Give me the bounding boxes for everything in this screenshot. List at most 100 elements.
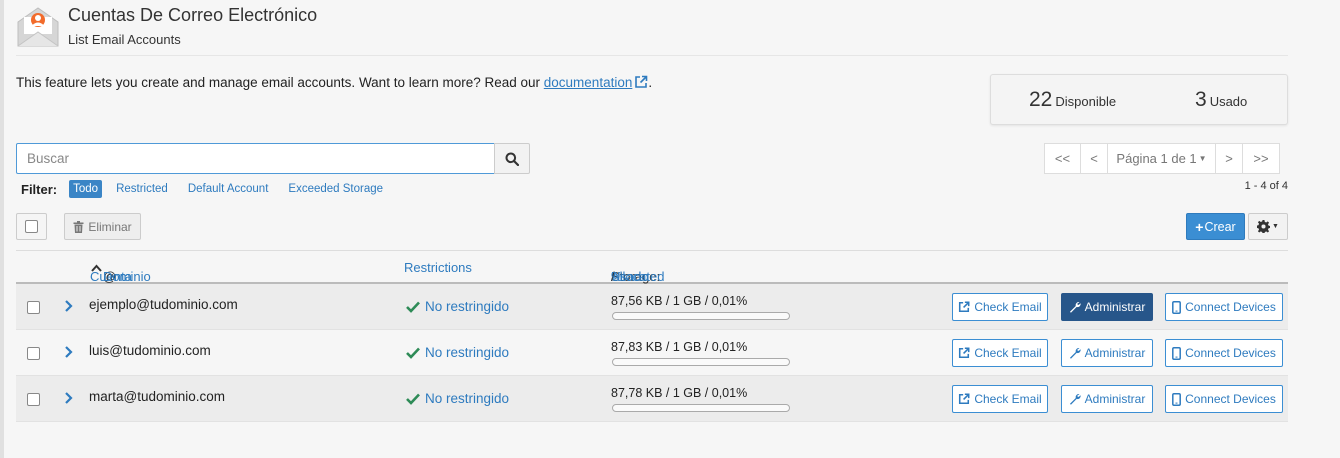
storage-bar (612, 358, 790, 366)
external-link-icon (959, 301, 970, 313)
table-header: Cuenta @ Dominio Restrictions Storage: U… (16, 250, 1288, 284)
search-input[interactable] (16, 143, 496, 174)
wrench-icon (1069, 394, 1081, 405)
filter-restricted[interactable]: Restricted (116, 183, 168, 195)
page-title: Cuentas De Correo Electrónico (68, 5, 318, 25)
external-link-icon (959, 393, 970, 405)
check-email-button[interactable]: Check Email (952, 385, 1048, 413)
mobile-icon (1172, 300, 1182, 314)
restriction-label[interactable]: No restringido (425, 345, 509, 360)
delete-label: Eliminar (88, 219, 132, 234)
page-header: Cuentas De Correo Electrónico List Email… (16, 4, 1288, 56)
available-stat: 22 Disponible (1029, 88, 1116, 112)
page-label: Página 1 de 1 (1116, 151, 1197, 166)
account-email: ejemplo@tudominio.com (89, 297, 238, 312)
page-subtitle: List Email Accounts (68, 32, 181, 47)
chevron-right-icon[interactable] (64, 345, 74, 359)
intro-suffix: . (648, 75, 653, 90)
available-label: Disponible (1055, 94, 1117, 109)
delete-button[interactable]: Eliminar (64, 213, 141, 240)
check-icon (406, 393, 420, 405)
stats-panel: 22 Disponible 3 Usado (990, 74, 1288, 125)
select-all-checkbox[interactable] (25, 220, 38, 233)
mobile-icon (1172, 346, 1182, 360)
trash-icon (73, 220, 84, 233)
manage-label: Administrar (1084, 392, 1146, 406)
external-link-icon (959, 347, 970, 359)
manage-button[interactable]: Administrar (1061, 385, 1153, 413)
used-count: 3 (1195, 88, 1207, 111)
table-row: ejemplo@tudominio.com No restringido 87,… (16, 284, 1288, 330)
caret-down-icon: ▼ (1272, 223, 1279, 230)
header-account-domain: Cuenta @ Dominio (90, 260, 151, 284)
storage-text: 87,78 KB / 1 GB / 0,01% (611, 386, 748, 400)
chevron-right-icon[interactable] (64, 299, 74, 313)
first-page-button[interactable]: << (1044, 143, 1081, 174)
filter-all[interactable]: Todo (69, 180, 103, 198)
account-email: luis@tudominio.com (89, 343, 211, 358)
restriction-label[interactable]: No restringido (425, 391, 509, 406)
documentation-link[interactable]: documentation (544, 75, 633, 90)
sort-percent-link[interactable]: % (611, 269, 623, 284)
sort-restrictions-link[interactable]: Restrictions (404, 260, 472, 275)
check-icon (406, 301, 420, 313)
wrench-icon (1069, 348, 1081, 359)
row-checkbox[interactable] (27, 301, 40, 314)
intro-body: This feature lets you create and manage … (16, 75, 544, 90)
left-border (0, 0, 4, 458)
manage-button[interactable]: Administrar (1061, 339, 1153, 367)
sort-domain-link[interactable]: Dominio (103, 269, 151, 284)
connect-devices-button[interactable]: Connect Devices (1165, 339, 1283, 367)
create-label: Crear (1204, 219, 1236, 234)
filter-exceeded-storage[interactable]: Exceeded Storage (288, 183, 383, 195)
storage-text: 87,83 KB / 1 GB / 0,01% (611, 340, 748, 354)
manage-label: Administrar (1084, 346, 1146, 360)
connect-devices-label: Connect Devices (1185, 392, 1276, 406)
next-page-button[interactable]: > (1215, 143, 1243, 174)
table-row: luis@tudominio.com No restringido 87,83 … (16, 330, 1288, 376)
check-email-button[interactable]: Check Email (952, 339, 1048, 367)
connect-devices-button[interactable]: Connect Devices (1165, 385, 1283, 413)
filter-label: Filter: (21, 181, 58, 197)
filter-default-account[interactable]: Default Account (188, 183, 269, 195)
filter-bar: Filter: Todo Restricted Default Account … (21, 180, 403, 198)
wrench-icon (1069, 302, 1081, 313)
mobile-icon (1172, 392, 1182, 406)
row-checkbox[interactable] (27, 393, 40, 406)
chevron-right-icon[interactable] (64, 391, 74, 405)
restriction-status: No restringido (406, 345, 509, 360)
manage-button[interactable]: Administrar (1061, 293, 1153, 321)
gear-icon (1257, 220, 1271, 233)
pagination: << < Página 1 de 1 ▼ > >> (1044, 143, 1280, 174)
create-button[interactable]: + Crear (1186, 213, 1245, 240)
caret-down-icon: ▼ (1198, 154, 1207, 163)
page-select[interactable]: Página 1 de 1 ▼ (1107, 143, 1216, 174)
connect-devices-button[interactable]: Connect Devices (1165, 293, 1283, 321)
check-email-button[interactable]: Check Email (952, 293, 1048, 321)
email-accounts-icon (16, 4, 60, 48)
plus-icon: + (1195, 218, 1204, 235)
connect-devices-label: Connect Devices (1185, 300, 1276, 314)
account-email: marta@tudominio.com (89, 389, 226, 404)
used-label: Usado (1209, 94, 1248, 109)
storage-bar (612, 312, 790, 320)
manage-label: Administrar (1084, 300, 1146, 314)
used-stat: 3 Usado (1195, 88, 1247, 112)
storage-text: 87,56 KB / 1 GB / 0,01% (611, 294, 748, 308)
restriction-status: No restringido (406, 299, 509, 314)
check-icon (406, 347, 420, 359)
prev-page-button[interactable]: < (1080, 143, 1108, 174)
select-all-wrapper (16, 213, 47, 240)
intro-text: This feature lets you create and manage … (16, 75, 652, 90)
row-checkbox[interactable] (27, 347, 40, 360)
search-button[interactable] (494, 143, 530, 174)
connect-devices-label: Connect Devices (1185, 346, 1276, 360)
check-email-label: Check Email (974, 346, 1042, 360)
settings-dropdown-button[interactable]: ▼ (1248, 213, 1288, 240)
restriction-label[interactable]: No restringido (425, 299, 509, 314)
last-page-button[interactable]: >> (1242, 143, 1280, 174)
table-row: marta@tudominio.com No restringido 87,78… (16, 376, 1288, 422)
check-email-label: Check Email (974, 300, 1042, 314)
external-link-icon[interactable] (634, 75, 648, 89)
available-count: 22 (1029, 88, 1053, 111)
